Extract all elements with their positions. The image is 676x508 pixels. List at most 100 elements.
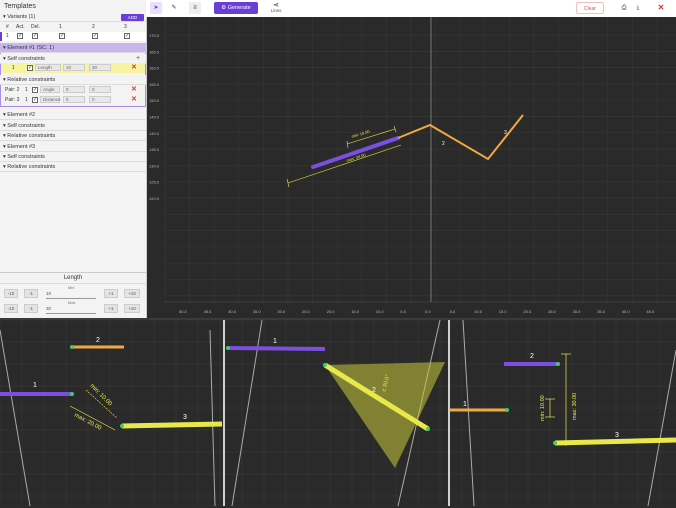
element-2-3-polyline[interactable] [397, 114, 524, 161]
element-1-title: Element #1 (SC: 1) [7, 45, 55, 51]
min-input[interactable]: 10 [46, 291, 96, 299]
canvas-svg[interactable]: 170.0 165.0 160.0 155.0 150.0 145.0 140.0 135.0… [147, 17, 676, 318]
pair-2-label: Pair: 2 [5, 87, 20, 93]
x-tick-label: 30.0 [573, 309, 582, 314]
delete-icon[interactable]: ✕ [131, 95, 137, 103]
max-dimension-line [287, 144, 402, 184]
pair-3-checkbox[interactable]: ✓ [32, 97, 38, 103]
element-2-label: 2 [442, 141, 445, 147]
pair-2-index: 1 [25, 87, 28, 93]
min-plus-1-button[interactable]: +1 [104, 289, 118, 298]
endpoint [426, 427, 430, 431]
element-1-checkbox[interactable]: ✓ [59, 33, 65, 39]
preview-1[interactable]: 1 2 3 min: 10.00 max: 20.00 [0, 329, 223, 507]
element-2-checkbox[interactable]: ✓ [92, 33, 98, 39]
pair-2-max-input[interactable]: 0 [89, 86, 111, 93]
print-icon[interactable]: ⎙ [619, 2, 629, 14]
pair-3-index: 1 [25, 97, 28, 103]
col-2: 2 [92, 24, 95, 30]
element-3-relative-constraints[interactable]: ▾ Relative constraints [0, 162, 146, 172]
y-tick-label: 170.0 [149, 33, 160, 38]
length-row-index: 1 [12, 65, 15, 71]
select-tool-icon[interactable]: ➤ [150, 2, 162, 14]
preview-2[interactable]: 1 2 ± 30.0° [226, 319, 445, 507]
eraser-tool-icon[interactable]: ✎ [168, 2, 180, 14]
pair-2-type-select[interactable]: Angle [40, 86, 60, 93]
max-label: Max [68, 300, 76, 305]
max-plus-10-button[interactable]: +10 [124, 304, 140, 313]
drawing-canvas[interactable]: 170.0 165.0 160.0 155.0 150.0 145.0 140.0 135.0… [147, 17, 676, 318]
p1-label-1: 1 [33, 382, 37, 389]
endpoint [553, 441, 557, 445]
length-checkbox[interactable]: ✓ [27, 65, 33, 71]
constraint-type-select[interactable]: Length [35, 64, 61, 71]
x-tick-label: 30.0 [277, 309, 286, 314]
grid [164, 17, 676, 302]
chevron-down-icon: ▾ [3, 56, 6, 62]
delete-icon[interactable]: ✕ [131, 63, 137, 71]
max-plus-1-button[interactable]: +1 [104, 304, 118, 313]
variants-label: Variants (1) [7, 14, 36, 20]
y-tick-label: 145.0 [149, 115, 160, 120]
add-button[interactable]: ADD [121, 14, 144, 21]
p2-label-1: 1 [273, 338, 277, 345]
max-minus-10-button[interactable]: -10 [4, 304, 18, 313]
p3-element-3 [554, 437, 676, 446]
min-plus-10-button[interactable]: +10 [124, 289, 140, 298]
length-min-input[interactable]: 10 [63, 64, 85, 71]
element-1-line[interactable] [311, 136, 400, 169]
element-2-self-constraints[interactable]: ▾ Self constraints [0, 121, 146, 131]
element-3-label: 3 [504, 130, 507, 136]
menu-icon[interactable]: ≡ [189, 2, 201, 14]
element-1-header[interactable]: ▾ Element #1 (SC: 1) [0, 43, 146, 53]
endpoint [556, 362, 560, 366]
panel-title: Templates [4, 3, 36, 10]
element-2-header[interactable]: ▾ Element #2 [0, 110, 146, 120]
relative-constraints-label: Relative constraints [7, 164, 56, 170]
y-tick-label: 140.0 [149, 131, 160, 136]
generate-label: Generate [227, 5, 251, 11]
element-3-header[interactable]: ▾ Element #3 [0, 142, 146, 152]
y-tick-label: 130.0 [149, 163, 160, 168]
download-icon[interactable]: ⤓ [633, 2, 643, 14]
endpoint [505, 408, 509, 412]
endpoint [120, 424, 124, 428]
element-3-self-constraints[interactable]: ▾ Self constraints [0, 152, 146, 162]
p1-label-2: 2 [96, 337, 100, 344]
add-constraint-icon[interactable]: + [136, 55, 140, 62]
toolbar: ➤ ✎ ≡ ⚙ Generate ⋖ Lines Clear ⎙ ⤓ ✕ [146, 0, 676, 18]
pair-2-checkbox[interactable]: ✓ [32, 87, 38, 93]
chevron-down-icon: ▾ [3, 112, 6, 118]
delete-icon[interactable]: ✕ [131, 85, 137, 93]
col-1: 1 [59, 24, 62, 30]
pair-2-min-input[interactable]: 0 [63, 86, 85, 93]
length-panel-title: Length [63, 275, 83, 281]
max-input[interactable]: 30 [46, 306, 96, 314]
y-tick-label: 150.0 [149, 98, 160, 103]
relative-constraints-header[interactable]: ▾ Relative constraints [0, 75, 146, 85]
active-checkbox[interactable]: ✓ [17, 33, 23, 39]
pair-3-type-select[interactable]: Distance [40, 96, 61, 103]
y-tick-label: 125.0 [149, 180, 160, 185]
clear-button[interactable]: Clear [576, 2, 604, 14]
delete-checkbox[interactable]: ✓ [32, 33, 38, 39]
guide-line [647, 349, 676, 507]
chevron-down-icon: ▾ [3, 123, 6, 129]
element-2-relative-constraints[interactable]: ▾ Relative constraints [0, 131, 146, 141]
pair-3-min-input[interactable]: 0 [63, 96, 85, 103]
pair-3-max-input[interactable]: 0 [89, 96, 111, 103]
lines-label[interactable]: Lines [266, 8, 286, 13]
max-minus-1-button[interactable]: -1 [24, 304, 38, 313]
x-tick-label: 0.0 [425, 309, 431, 314]
close-icon[interactable]: ✕ [654, 2, 668, 14]
element-3-checkbox[interactable]: ✓ [124, 33, 130, 39]
p3-dimensions [545, 353, 571, 446]
col-index: # [6, 24, 9, 30]
min-label: Min [68, 285, 75, 290]
min-minus-1-button[interactable]: -1 [24, 289, 38, 298]
min-minus-10-button[interactable]: -10 [4, 289, 18, 298]
templates-panel: Templates ▾ Variants (1) ADD # Act. Del.… [0, 0, 147, 318]
preview-divider [448, 320, 450, 506]
generate-button[interactable]: ⚙ Generate [214, 2, 258, 14]
length-max-input[interactable]: 30 [89, 64, 111, 71]
